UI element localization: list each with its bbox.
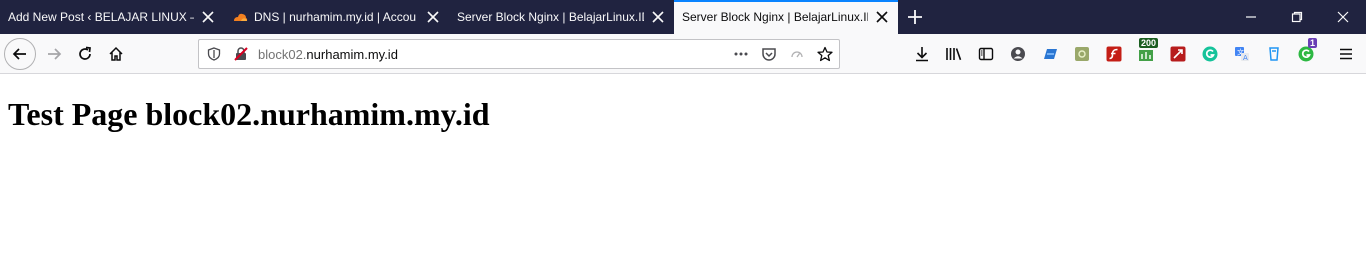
home-icon — [109, 46, 123, 61]
extension-blue-icon[interactable] — [1040, 44, 1060, 64]
extension-green-icon[interactable] — [1072, 44, 1092, 64]
close-icon[interactable] — [650, 9, 666, 25]
ext-badge-count: 200 — [1139, 38, 1159, 48]
sidebar-icon[interactable] — [976, 44, 996, 64]
url-domain: nurhamim.my.id — [306, 47, 398, 62]
page-actions-icon[interactable] — [733, 46, 749, 62]
page-content: Test Page block02.nurhamim.my.id — [0, 74, 1366, 263]
navigation-toolbar: block02.nurhamim.my.id 200 文 A 1 — [0, 34, 1366, 74]
tab-title: DNS | nurhamim.my.id | Accou — [254, 10, 417, 24]
flash-alt-icon[interactable] — [1168, 44, 1188, 64]
back-arrow-icon — [12, 48, 26, 60]
address-bar[interactable]: block02.nurhamim.my.id — [198, 39, 840, 69]
url-subdomain: block02. — [258, 47, 307, 62]
close-icon[interactable] — [1320, 0, 1366, 34]
tab-title: Server Block Nginx | BelajarLinux.ID — [457, 10, 644, 24]
download-icon[interactable] — [912, 44, 932, 64]
plus-icon — [908, 10, 922, 24]
close-icon[interactable] — [200, 9, 216, 25]
tab-title: Server Block Nginx | BelajarLinux.ID — [682, 10, 868, 24]
restore-icon[interactable] — [1274, 0, 1320, 34]
reload-icon — [79, 46, 91, 60]
grammar-extension-icon[interactable]: 1 — [1296, 38, 1318, 64]
grammarly-icon[interactable] — [1200, 44, 1220, 64]
shield-icon[interactable] — [206, 46, 222, 62]
cup-icon[interactable] — [1264, 44, 1284, 64]
page-heading: Test Page block02.nurhamim.my.id — [8, 96, 490, 132]
tab-server-block-nginx-active[interactable]: Server Block Nginx | BelajarLinux.ID — [674, 0, 898, 34]
close-icon[interactable] — [874, 9, 890, 25]
tab-title: Add New Post ‹ BELAJAR LINUX — — [8, 10, 194, 24]
back-button[interactable] — [4, 38, 36, 70]
forward-arrow-icon — [48, 48, 62, 60]
translate-icon[interactable]: 文A — [1232, 44, 1252, 64]
library-icon[interactable] — [944, 44, 964, 64]
home-button[interactable] — [100, 38, 132, 70]
url-text[interactable]: block02.nurhamim.my.id — [258, 47, 398, 62]
svg-text:A: A — [1243, 54, 1248, 62]
reload-button[interactable] — [69, 38, 101, 70]
ext-badge-count: 1 — [1308, 38, 1318, 48]
reader-speed-icon[interactable] — [789, 46, 805, 62]
account-icon[interactable] — [1008, 44, 1028, 64]
new-tab-button[interactable] — [898, 0, 932, 34]
page-ranking-icon[interactable]: 200 — [1136, 38, 1159, 64]
close-icon[interactable] — [425, 9, 441, 25]
tab-dns[interactable]: DNS | nurhamim.my.id | Accou — [224, 0, 449, 34]
pocket-icon[interactable] — [761, 46, 777, 62]
insecure-lock-icon[interactable] — [233, 46, 249, 62]
forward-button[interactable] — [38, 38, 70, 70]
cloudflare-icon — [232, 9, 248, 25]
minimize-icon[interactable] — [1228, 0, 1274, 34]
bookmark-star-icon[interactable] — [817, 46, 833, 62]
tab-strip: Add New Post ‹ BELAJAR LINUX — DNS | nur… — [0, 0, 1366, 34]
tab-server-block-nginx[interactable]: Server Block Nginx | BelajarLinux.ID — [449, 0, 674, 34]
flash-icon[interactable] — [1104, 44, 1124, 64]
menu-icon[interactable] — [1336, 44, 1356, 64]
tab-add-new-post[interactable]: Add New Post ‹ BELAJAR LINUX — — [0, 0, 224, 34]
window-controls — [1228, 0, 1366, 34]
